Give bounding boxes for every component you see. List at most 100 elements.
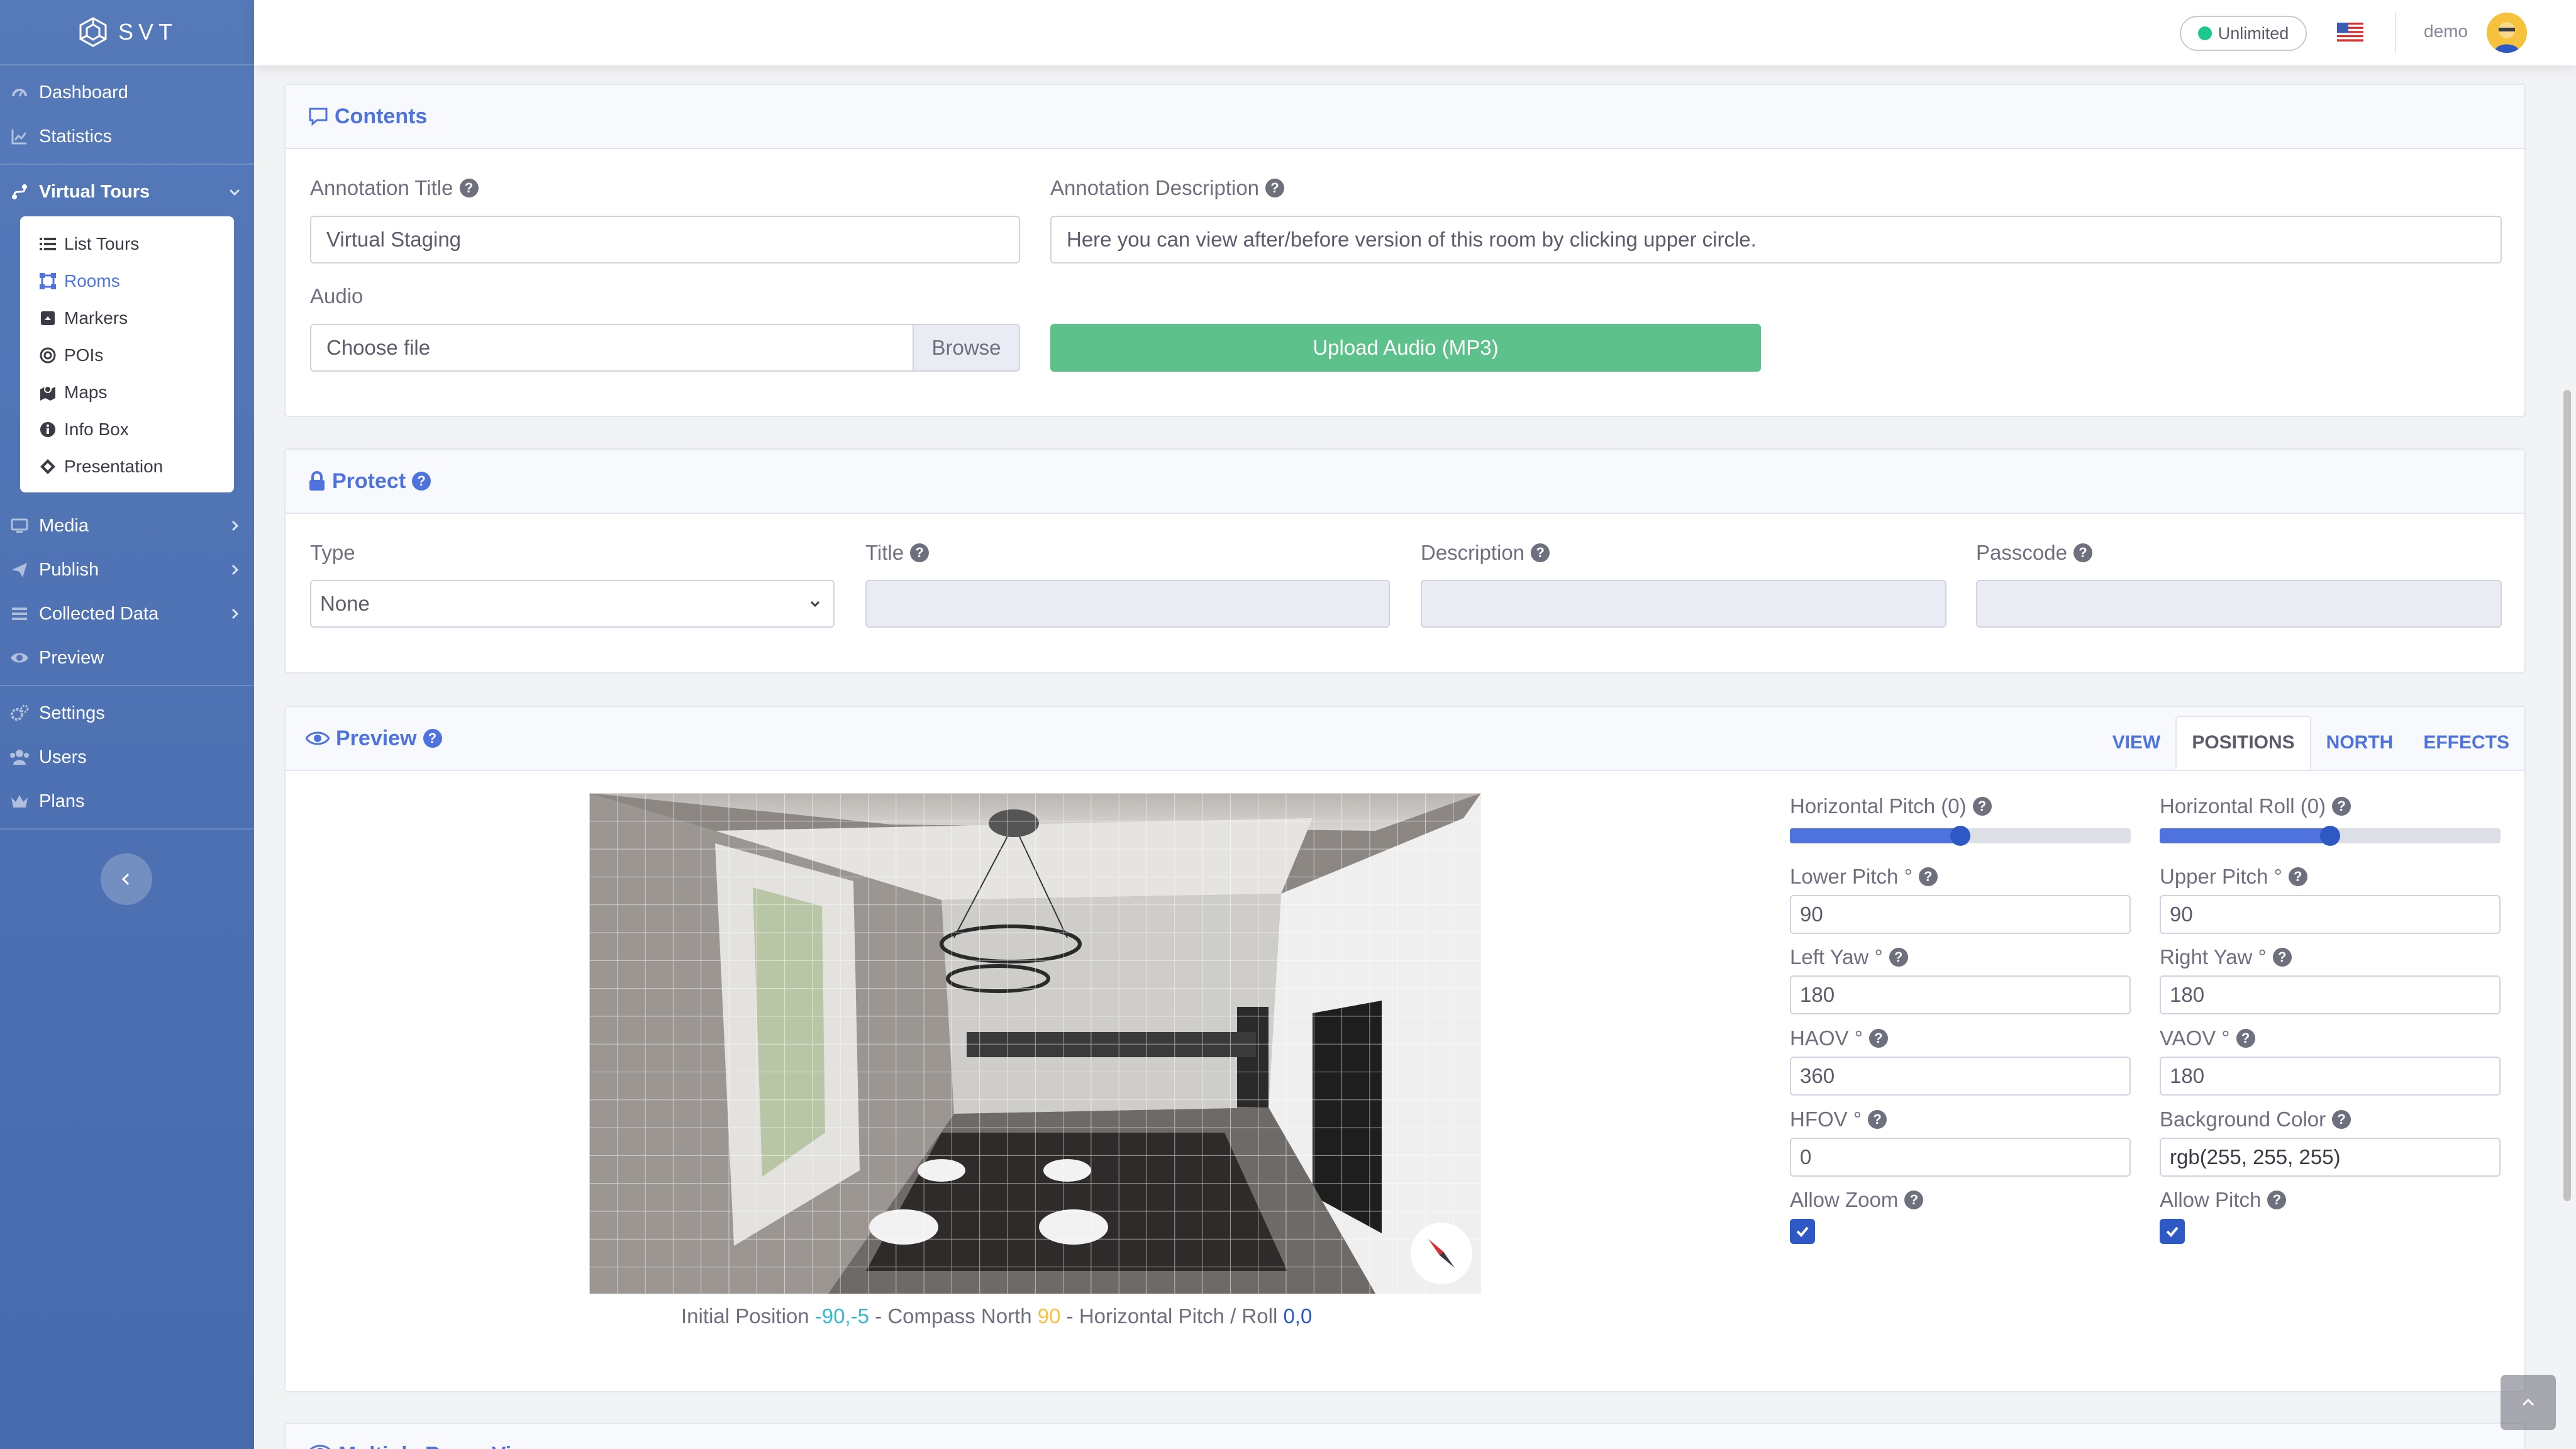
tab-view[interactable]: VIEW: [2097, 716, 2176, 770]
background-color-input[interactable]: rgb(255, 255, 255): [2160, 1138, 2501, 1177]
submenu-item-pois[interactable]: POIs: [20, 336, 234, 374]
submenu-item-maps[interactable]: Maps: [20, 374, 234, 411]
question-circle-icon[interactable]: ?: [2272, 948, 2292, 967]
protect-title-input[interactable]: [865, 580, 1390, 628]
sidebar-divider: [0, 828, 254, 830]
question-circle-icon[interactable]: ?: [1972, 797, 1992, 816]
protect-passcode-label: Passcode ?: [1976, 541, 2092, 565]
sidebar-item-preview[interactable]: Preview: [0, 636, 254, 680]
submenu-item-rooms[interactable]: Rooms: [20, 262, 234, 299]
sidebar-collapse-button[interactable]: [101, 853, 152, 905]
tab-effects[interactable]: EFFECTS: [2408, 716, 2524, 770]
sidebar-item-collected-data[interactable]: Collected Data: [0, 592, 254, 636]
question-circle-icon[interactable]: ?: [1889, 948, 1908, 967]
horizontal-roll-slider[interactable]: [2160, 826, 2501, 846]
upload-audio-button[interactable]: Upload Audio (MP3): [1050, 324, 1761, 372]
right-yaw-label: Right Yaw ° ?: [2160, 945, 2292, 969]
annotation-description-label: Annotation Description ?: [1050, 176, 1285, 200]
question-circle-icon[interactable]: ?: [423, 729, 442, 748]
question-circle-icon[interactable]: ?: [2332, 797, 2351, 816]
pitch-roll-value: 0,0: [1283, 1304, 1313, 1328]
protect-title-label-text: Title: [865, 541, 904, 564]
protect-passcode-input[interactable]: [1976, 580, 2502, 628]
submenu-item-label: Markers: [64, 308, 128, 328]
question-circle-icon[interactable]: ?: [2236, 1029, 2255, 1048]
compass-icon[interactable]: [1411, 1223, 1472, 1284]
submenu-item-label: List Tours: [64, 233, 140, 253]
chevron-right-icon: [228, 563, 242, 577]
upper-pitch-input[interactable]: 90: [2160, 895, 2501, 934]
sidebar-item-publish[interactable]: Publish: [0, 548, 254, 592]
users-icon: [9, 747, 30, 768]
check-icon: [2164, 1223, 2180, 1240]
avatar[interactable]: [2487, 13, 2527, 53]
question-circle-icon[interactable]: ?: [1868, 1110, 1887, 1129]
annotation-title-label: Annotation Title ?: [310, 176, 479, 200]
scroll-to-top-button[interactable]: [2501, 1375, 2556, 1430]
question-circle-icon[interactable]: ?: [412, 472, 431, 491]
tab-north[interactable]: NORTH: [2311, 716, 2409, 770]
sidebar-item-statistics[interactable]: Statistics: [0, 114, 254, 158]
question-circle-icon[interactable]: ?: [2073, 543, 2092, 562]
sidebar-item-virtual-tours[interactable]: Virtual Tours: [0, 170, 254, 214]
bullseye-icon: [39, 347, 57, 364]
svt-logo-icon: [77, 16, 109, 48]
chart-icon: [9, 126, 30, 147]
lower-pitch-input[interactable]: 90: [1790, 895, 2131, 934]
us-flag-icon[interactable]: [2337, 23, 2363, 42]
slider-knob[interactable]: [1950, 826, 1970, 846]
question-circle-icon[interactable]: ?: [1868, 1029, 1888, 1048]
question-circle-icon[interactable]: ?: [1918, 867, 1938, 886]
protect-type-select[interactable]: None: [310, 580, 835, 628]
question-circle-icon[interactable]: ?: [2332, 1110, 2351, 1129]
sidebar-item-label: Plans: [39, 791, 85, 811]
question-circle-icon[interactable]: ?: [1531, 543, 1550, 562]
question-circle-icon[interactable]: ?: [910, 543, 930, 562]
annotation-title-input[interactable]: Virtual Staging: [310, 216, 1020, 264]
sidebar-item-media[interactable]: Media: [0, 504, 254, 548]
question-circle-icon[interactable]: ?: [2267, 1191, 2287, 1209]
horizontal-pitch-slider[interactable]: [1790, 826, 2131, 846]
question-circle-icon[interactable]: ?: [459, 179, 479, 197]
vaov-label: VAOV ° ?: [2160, 1026, 2255, 1050]
allow-pitch-label-text: Allow Pitch: [2160, 1188, 2262, 1211]
question-circle-icon[interactable]: ?: [1265, 179, 1285, 197]
annotation-description-input[interactable]: Here you can view after/before version o…: [1050, 216, 2502, 264]
left-yaw-input[interactable]: 180: [1790, 975, 2131, 1014]
vector-square-icon: [39, 272, 57, 290]
allow-pitch-checkbox[interactable]: [2160, 1219, 2185, 1244]
preview-card-header: Preview ? VIEW POSITIONS NORTH EFFECTS: [286, 707, 2524, 771]
question-circle-icon[interactable]: ?: [1904, 1191, 1924, 1209]
submenu-item-info-box[interactable]: Info Box: [20, 411, 234, 448]
initial-position-label: Initial Position: [681, 1304, 809, 1328]
card-title: Preview: [336, 726, 417, 750]
panorama-viewer[interactable]: [589, 793, 1481, 1294]
sidebar-item-users[interactable]: Users: [0, 735, 254, 779]
submenu-item-list-tours[interactable]: List Tours: [20, 225, 234, 262]
protect-description-input[interactable]: [1421, 580, 1946, 628]
page-scrollbar[interactable]: [2563, 390, 2571, 1201]
vaov-input[interactable]: 180: [2160, 1057, 2501, 1096]
hfov-input[interactable]: 0: [1790, 1138, 2131, 1177]
horizontal-roll-label-text: Horizontal Roll (0): [2160, 794, 2326, 818]
browse-button[interactable]: Browse: [914, 324, 1020, 372]
allow-zoom-checkbox[interactable]: [1790, 1219, 1815, 1244]
user-name[interactable]: demo: [2424, 21, 2468, 42]
brand[interactable]: SVT: [0, 0, 254, 65]
sidebar-item-label: Preview: [39, 647, 104, 668]
submenu-item-presentation[interactable]: Presentation: [20, 448, 234, 485]
plan-badge[interactable]: Unlimited: [2180, 16, 2307, 51]
sidebar-item-plans[interactable]: Plans: [0, 779, 254, 823]
info-circle-icon: [39, 421, 57, 438]
question-circle-icon[interactable]: ?: [2288, 867, 2307, 886]
protect-type-label: Type: [310, 541, 355, 564]
sidebar-item-dashboard[interactable]: Dashboard: [0, 70, 254, 114]
tab-positions[interactable]: POSITIONS: [2175, 716, 2311, 770]
sidebar-item-settings[interactable]: Settings: [0, 691, 254, 735]
left-yaw-label: Left Yaw ° ?: [1790, 945, 1908, 969]
right-yaw-input[interactable]: 180: [2160, 975, 2501, 1014]
slider-knob[interactable]: [2320, 826, 2340, 846]
submenu-item-markers[interactable]: Markers: [20, 299, 234, 336]
audio-file-input[interactable]: Choose file: [310, 324, 914, 372]
haov-input[interactable]: 360: [1790, 1057, 2131, 1096]
